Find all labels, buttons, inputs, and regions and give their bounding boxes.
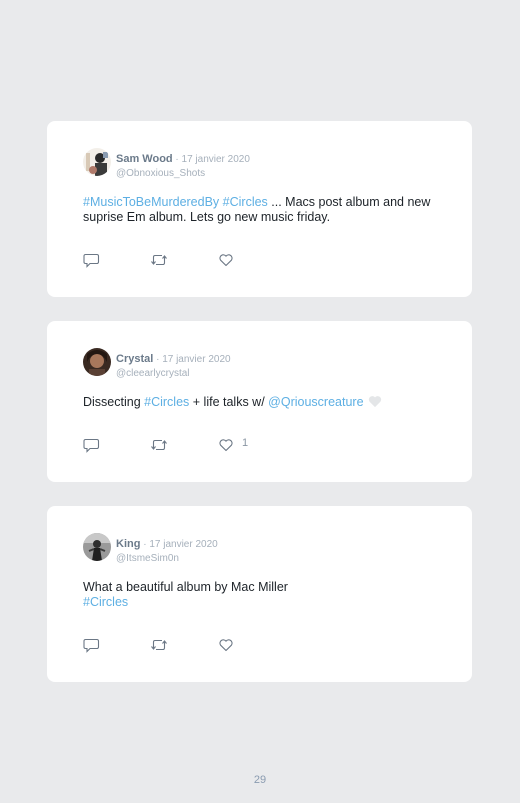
- author-name[interactable]: King: [116, 538, 140, 550]
- tweet-date: 17 janvier 2020: [149, 539, 218, 550]
- author-info: Crystal · 17 janvier 2020 @cleearlycryst…: [116, 349, 231, 379]
- avatar[interactable]: [83, 348, 111, 376]
- author-handle[interactable]: @Obnoxious_Shots: [116, 168, 250, 179]
- retweet-icon: [151, 254, 167, 266]
- tweet-card: Sam Wood · 17 janvier 2020 @Obnoxious_Sh…: [47, 121, 472, 297]
- reply-button[interactable]: [83, 637, 100, 653]
- tweet-text: #MusicToBeMurderedBy #Circles ... Macs p…: [83, 195, 443, 225]
- avatar[interactable]: [83, 533, 111, 561]
- heart-icon: [219, 439, 233, 452]
- like-count: 1: [242, 437, 249, 449]
- tweet-date: 17 janvier 2020: [181, 154, 250, 165]
- avatar[interactable]: [83, 148, 111, 176]
- heart-icon: [219, 254, 233, 267]
- separator: ·: [172, 154, 182, 165]
- author-handle[interactable]: @ItsmeSim0n: [116, 553, 218, 564]
- like-button[interactable]: 1: [218, 437, 248, 453]
- tweet-text-segment: Dissecting: [83, 395, 145, 409]
- tweet-card: King · 17 janvier 2020 @ItsmeSim0n What …: [47, 506, 472, 682]
- author-name[interactable]: Sam Wood: [116, 153, 173, 165]
- hashtag-link[interactable]: #Circles: [83, 595, 128, 609]
- reply-icon: [83, 438, 100, 453]
- retweet-button[interactable]: [150, 637, 168, 653]
- author-name[interactable]: Crystal: [116, 353, 153, 365]
- tweet-text: What a beautiful album by Mac Miller #Cir…: [83, 580, 443, 610]
- reply-button[interactable]: [83, 437, 100, 453]
- tweet-text-segment: + life talks w/: [189, 395, 269, 409]
- heart-icon: [219, 639, 233, 652]
- reply-icon: [83, 253, 100, 268]
- tweet-actions: 1: [83, 437, 283, 453]
- author-info: King · 17 janvier 2020 @ItsmeSim0n: [116, 534, 218, 564]
- tweet-text: Dissecting #Circles + life talks w/ @Qri…: [83, 395, 443, 412]
- tweet-actions: [83, 637, 283, 653]
- reply-icon: [83, 638, 100, 653]
- tweet-date: 17 janvier 2020: [162, 354, 231, 365]
- author-handle[interactable]: @cleearlycrystal: [116, 368, 231, 379]
- page-number: 29: [253, 774, 267, 786]
- heart-emoji-icon: [368, 395, 382, 412]
- author-info: Sam Wood · 17 janvier 2020 @Obnoxious_Sh…: [116, 149, 250, 179]
- mention-link[interactable]: @Qriouscreature: [268, 395, 363, 409]
- tweet-text-segment: What a beautiful album by Mac Miller: [83, 580, 288, 594]
- tweet-actions: [83, 252, 283, 268]
- separator: ·: [140, 539, 150, 550]
- retweet-icon: [151, 439, 167, 451]
- retweet-button[interactable]: [150, 437, 168, 453]
- hashtag-link[interactable]: #MusicToBeMurderedBy: [83, 195, 219, 209]
- like-button[interactable]: [218, 637, 234, 653]
- reply-button[interactable]: [83, 252, 100, 268]
- retweet-icon: [151, 639, 167, 651]
- retweet-button[interactable]: [150, 252, 168, 268]
- tweet-card: Crystal · 17 janvier 2020 @cleearlycryst…: [47, 321, 472, 482]
- separator: ·: [153, 354, 163, 365]
- hashtag-link[interactable]: #Circles: [144, 395, 189, 409]
- like-button[interactable]: [218, 252, 234, 268]
- hashtag-link[interactable]: #Circles: [223, 195, 268, 209]
